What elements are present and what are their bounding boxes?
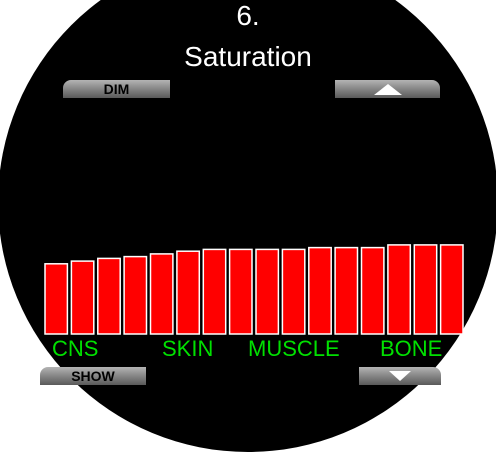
show-button-label: SHOW bbox=[71, 368, 115, 384]
tissue-bar-9 bbox=[255, 248, 280, 335]
tissue-bar-15 bbox=[413, 244, 438, 335]
tissue-bar-5 bbox=[149, 253, 174, 335]
tissue-bar-12 bbox=[334, 246, 359, 335]
dive-computer-screen: 6. Saturation DIM CNS SKIN MUSCLE BONE S… bbox=[0, 0, 496, 452]
tissue-bar-8 bbox=[228, 248, 253, 335]
tissue-bar-7 bbox=[202, 248, 227, 335]
tissue-label-muscle: MUSCLE bbox=[248, 336, 340, 361]
tissue-bar-13 bbox=[360, 246, 385, 335]
tissue-bar-1 bbox=[44, 263, 69, 335]
tissue-bar-11 bbox=[308, 246, 332, 335]
tissue-bar-3 bbox=[97, 257, 121, 335]
tissue-bar-16 bbox=[439, 244, 464, 335]
down-arrow-icon bbox=[389, 371, 411, 381]
tissue-label-skin: SKIN bbox=[162, 336, 214, 361]
show-button[interactable]: SHOW bbox=[40, 367, 146, 385]
scroll-down-button[interactable] bbox=[359, 367, 441, 385]
tissue-label-cns: CNS bbox=[52, 336, 99, 361]
tissue-bar-2 bbox=[70, 260, 95, 335]
tissue-bar-4 bbox=[123, 255, 148, 335]
tissue-bar-10 bbox=[281, 248, 306, 335]
tissue-bar-6 bbox=[176, 250, 201, 335]
tissue-bar-14 bbox=[387, 244, 412, 335]
tissue-label-bone: BONE bbox=[380, 336, 443, 361]
